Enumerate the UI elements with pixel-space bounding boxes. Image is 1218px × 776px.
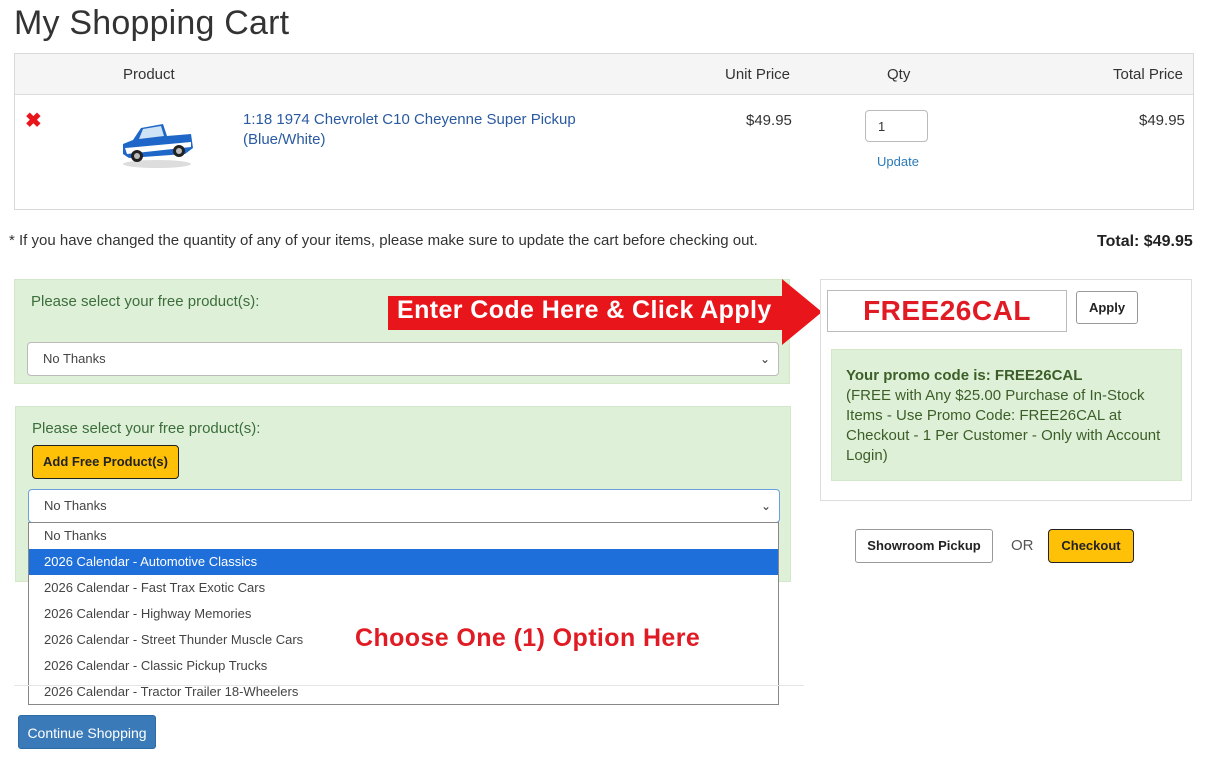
- apply-button[interactable]: Apply: [1076, 291, 1138, 324]
- header-qty: Qty: [887, 66, 911, 83]
- update-link[interactable]: Update: [877, 154, 919, 169]
- divider: [14, 685, 804, 686]
- checkout-button[interactable]: Checkout: [1048, 529, 1134, 563]
- free-product-select-1[interactable]: No Thanks ⌄: [27, 342, 779, 376]
- free-product-dropdown-list: No Thanks 2026 Calendar - Automotive Cla…: [28, 522, 779, 705]
- header-total-price: Total Price: [1113, 66, 1184, 83]
- promo-message: Your promo code is: FREE26CAL (FREE with…: [831, 349, 1182, 481]
- cart-total: Total: $49.95: [1097, 233, 1193, 250]
- dropdown-option[interactable]: 2026 Calendar - Fast Trax Exotic Cars: [29, 575, 778, 601]
- page-title: My Shopping Cart: [14, 4, 290, 42]
- product-name-link[interactable]: 1:18 1974 Chevrolet C10 Cheyenne Super P…: [243, 110, 593, 150]
- arrow-annotation-text: Enter Code Here & Click Apply: [397, 296, 772, 324]
- free-product-select-value-2: No Thanks: [44, 498, 107, 513]
- promo-message-text: (FREE with Any $25.00 Purchase of In-Sto…: [846, 387, 1161, 464]
- header-unit-price: Unit Price: [725, 66, 791, 83]
- free-product-select-value-1: No Thanks: [43, 351, 106, 366]
- free-product-label-1: Please select your free product(s):: [31, 293, 260, 310]
- total-price: $49.95: [1139, 112, 1185, 129]
- cart-table-header: Product Unit Price Qty Total Price: [15, 54, 1193, 95]
- choose-option-annotation: Choose One (1) Option Here: [355, 624, 701, 652]
- promo-message-title: Your promo code is: FREE26CAL: [846, 367, 1083, 384]
- dropdown-option[interactable]: No Thanks: [29, 523, 778, 549]
- dropdown-option-highlighted[interactable]: 2026 Calendar - Automotive Classics: [29, 549, 778, 575]
- update-note: * If you have changed the quantity of an…: [9, 232, 758, 249]
- quantity-input[interactable]: [865, 110, 928, 142]
- or-separator: OR: [1011, 537, 1034, 554]
- dropdown-option[interactable]: 2026 Calendar - Tractor Trailer 18-Wheel…: [29, 679, 778, 705]
- showroom-pickup-button[interactable]: Showroom Pickup: [855, 529, 993, 563]
- dropdown-option[interactable]: 2026 Calendar - Classic Pickup Trucks: [29, 653, 778, 679]
- promo-code-input[interactable]: FREE26CAL: [827, 290, 1067, 332]
- free-product-select-2[interactable]: No Thanks ⌄: [28, 489, 780, 523]
- header-product: Product: [123, 66, 175, 83]
- pickup-truck-image[interactable]: [119, 114, 195, 170]
- add-free-product-button[interactable]: Add Free Product(s): [32, 445, 179, 479]
- chevron-down-icon: ⌄: [759, 352, 770, 366]
- chevron-down-icon: ⌄: [760, 499, 771, 513]
- cart-table: Product Unit Price Qty Total Price ✖ 1:1…: [14, 53, 1194, 210]
- free-product-label-2: Please select your free product(s):: [32, 420, 261, 437]
- continue-shopping-button[interactable]: Continue Shopping: [18, 715, 156, 749]
- remove-x-icon[interactable]: ✖: [25, 108, 42, 133]
- unit-price: $49.95: [746, 112, 792, 129]
- promo-panel: FREE26CAL Apply Your promo code is: FREE…: [820, 279, 1192, 501]
